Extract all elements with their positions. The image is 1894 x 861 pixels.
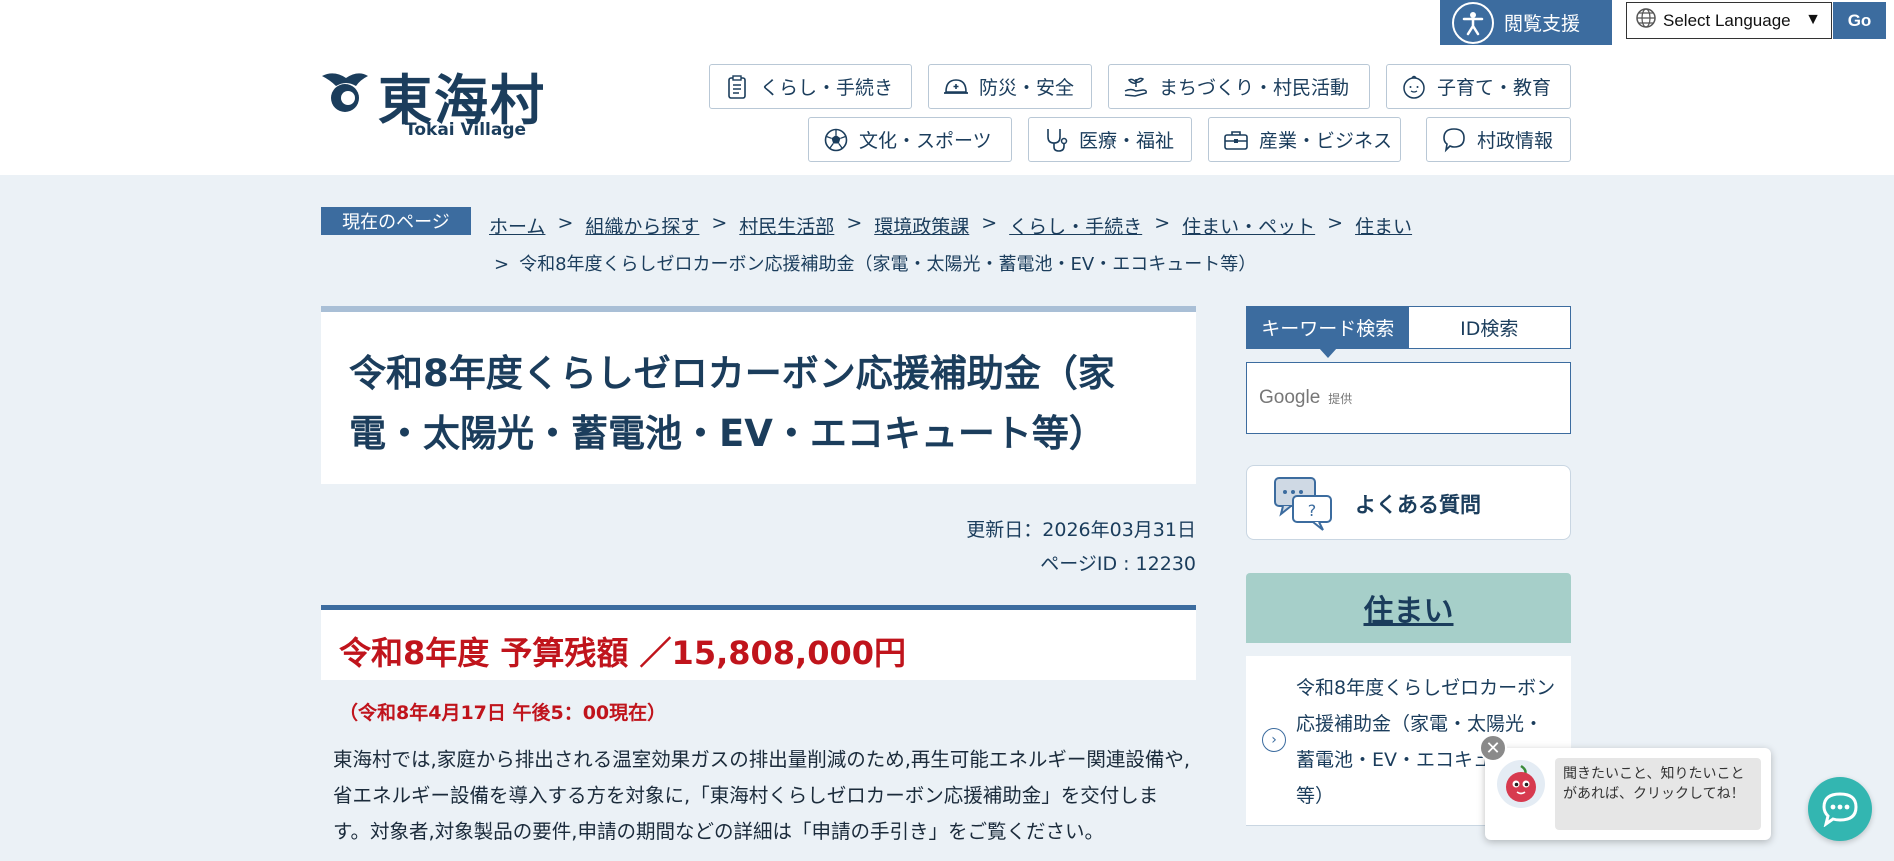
clipboard-icon xyxy=(724,74,750,100)
gnav-iryou[interactable]: 医療・福祉 xyxy=(1028,117,1192,162)
briefcase-icon xyxy=(1223,127,1249,153)
faq-link[interactable]: ? よくある質問 xyxy=(1246,465,1571,540)
stethoscope-icon xyxy=(1043,127,1069,153)
breadcrumb-link[interactable]: 環境政策課 xyxy=(874,212,969,239)
site-header: 閲覧支援 Select Language ▼ Go 東海村 Tokai Vill… xyxy=(0,0,1894,175)
accessibility-support-button[interactable]: 閲覧支援 xyxy=(1440,0,1612,45)
chat-popup[interactable]: ✕ 聞きたいこと、知りたいことがあれば、クリックしてね！ xyxy=(1479,734,1771,840)
hand-plant-icon xyxy=(1123,74,1149,100)
breadcrumb: ホーム > 組織から探す > 村民生活部 > 環境政策課 > くらし・手続き > 住まい・… xyxy=(489,212,1412,239)
gnav-sangyou[interactable]: 産業・ビジネス xyxy=(1208,117,1401,162)
breadcrumb-link[interactable]: ホーム xyxy=(489,212,545,239)
breadcrumb-link[interactable]: 住まい xyxy=(1355,212,1412,239)
faq-label: よくある質問 xyxy=(1355,493,1481,517)
logo-subtitle: Tokai Village xyxy=(405,120,527,140)
chevron-right-icon: > xyxy=(981,212,998,234)
gnav-label: まちづくり・村民活動 xyxy=(1159,77,1350,99)
chat-bubble-icon xyxy=(1822,792,1858,827)
body-paragraph: 東海村では,家庭から排出される温室効果ガスの排出量削減のため,再生可能エネルギー… xyxy=(333,748,1191,843)
breadcrumb-tag: 現在のページ xyxy=(321,207,471,235)
breadcrumb-current: > 令和8年度くらしゼロカーボン応援補助金（家電・太陽光・蓄電池・EV・エコキュー… xyxy=(494,250,1256,276)
gnav-label: 文化・スポーツ xyxy=(859,130,992,152)
language-select[interactable]: Select Language ▼ xyxy=(1626,2,1832,39)
gnav-sonsei[interactable]: 村政情報 xyxy=(1426,117,1571,162)
page-title: 令和8年度くらしゼロカーボン応援補助金（家電・太陽光・蓄電池・EV・エコキュート… xyxy=(349,352,1115,455)
gnav-label: 産業・ビジネス xyxy=(1259,130,1393,152)
gnav-label: 防災・安全 xyxy=(979,77,1075,99)
gnav-machizukuri[interactable]: まちづくり・村民活動 xyxy=(1108,64,1370,109)
google-logo: Google xyxy=(1259,387,1321,408)
gnav-label: 医療・福祉 xyxy=(1079,130,1175,152)
svg-text:?: ? xyxy=(1308,501,1317,520)
search-input[interactable]: Google 提供 xyxy=(1246,362,1571,434)
google-provided-label: 提供 xyxy=(1328,391,1353,406)
category-title-link[interactable]: 住まい xyxy=(1364,586,1454,630)
breadcrumb-link[interactable]: 住まい・ペット xyxy=(1182,212,1315,239)
chevron-right-circle-icon: › xyxy=(1262,728,1286,752)
chevron-right-icon: > xyxy=(1154,212,1171,234)
chevron-right-icon: > xyxy=(1327,212,1344,234)
chevron-right-icon: > xyxy=(846,212,863,234)
gnav-bousai[interactable]: 防災・安全 xyxy=(928,64,1092,109)
breadcrumb-link[interactable]: 組織から探す xyxy=(585,212,699,239)
translate-go-button[interactable]: Go xyxy=(1833,2,1886,39)
chat-open-button[interactable] xyxy=(1808,777,1872,841)
village-emblem-icon xyxy=(322,73,368,112)
gnav-kosodate[interactable]: 子育て・教育 xyxy=(1386,64,1571,109)
breadcrumb-link[interactable]: くらし・手続き xyxy=(1009,212,1142,239)
budget-remaining: 令和8年度 予算残額 ／15,808,000円 xyxy=(339,634,906,672)
accessibility-icon xyxy=(1452,1,1494,44)
language-select-value: Select Language xyxy=(1663,10,1791,30)
faq-chat-icon: ? xyxy=(1274,477,1332,531)
mascot-avatar xyxy=(1497,760,1545,808)
page-title-box: 令和8年度くらしゼロカーボン応援補助金（家電・太陽光・蓄電池・EV・エコキュート… xyxy=(321,306,1196,484)
search-tabs: キーワード検索 ID検索 xyxy=(1246,306,1571,358)
category-title[interactable]: 住まい xyxy=(1246,573,1571,643)
accessibility-label: 閲覧支援 xyxy=(1504,13,1581,35)
close-icon[interactable]: ✕ xyxy=(1479,734,1507,762)
gnav-label: 村政情報 xyxy=(1477,130,1554,152)
soccer-ball-icon xyxy=(823,127,849,153)
updated-date: 更新日：2026年03月31日 xyxy=(966,519,1196,541)
chevron-right-icon: > xyxy=(494,254,510,275)
chat-message: 聞きたいこと、知りたいことがあれば、クリックしてね！ xyxy=(1555,758,1761,830)
chevron-right-icon: > xyxy=(711,212,728,234)
caret-down-icon: ▼ xyxy=(1805,11,1821,28)
chevron-right-icon: > xyxy=(557,212,574,234)
gnav-label: くらし・手続き xyxy=(760,77,894,99)
gnav-label: 子育て・教育 xyxy=(1437,77,1552,99)
breadcrumb-link[interactable]: 村民生活部 xyxy=(739,212,834,239)
budget-date: （令和8年4月17日 午後5：00現在） xyxy=(339,702,667,724)
baby-icon xyxy=(1401,74,1427,100)
page-id: ページID : 12230 xyxy=(1040,553,1196,575)
gnav-kurashi[interactable]: くらし・手続き xyxy=(709,64,912,109)
speech-bubble-icon xyxy=(1441,127,1467,153)
site-logo[interactable]: 東海村 Tokai Village xyxy=(320,60,544,150)
budget-box: 令和8年度 予算残額 ／15,808,000円 xyxy=(321,605,1196,680)
globe-icon xyxy=(1635,7,1657,34)
tab-keyword-search[interactable]: キーワード検索 xyxy=(1247,307,1409,358)
tab-id-search[interactable]: ID検索 xyxy=(1409,307,1571,348)
helmet-icon xyxy=(943,74,969,100)
breadcrumb-current-label: 令和8年度くらしゼロカーボン応援補助金（家電・太陽光・蓄電池・EV・エコキュート… xyxy=(519,254,1257,275)
gnav-bunka[interactable]: 文化・スポーツ xyxy=(808,117,1012,162)
